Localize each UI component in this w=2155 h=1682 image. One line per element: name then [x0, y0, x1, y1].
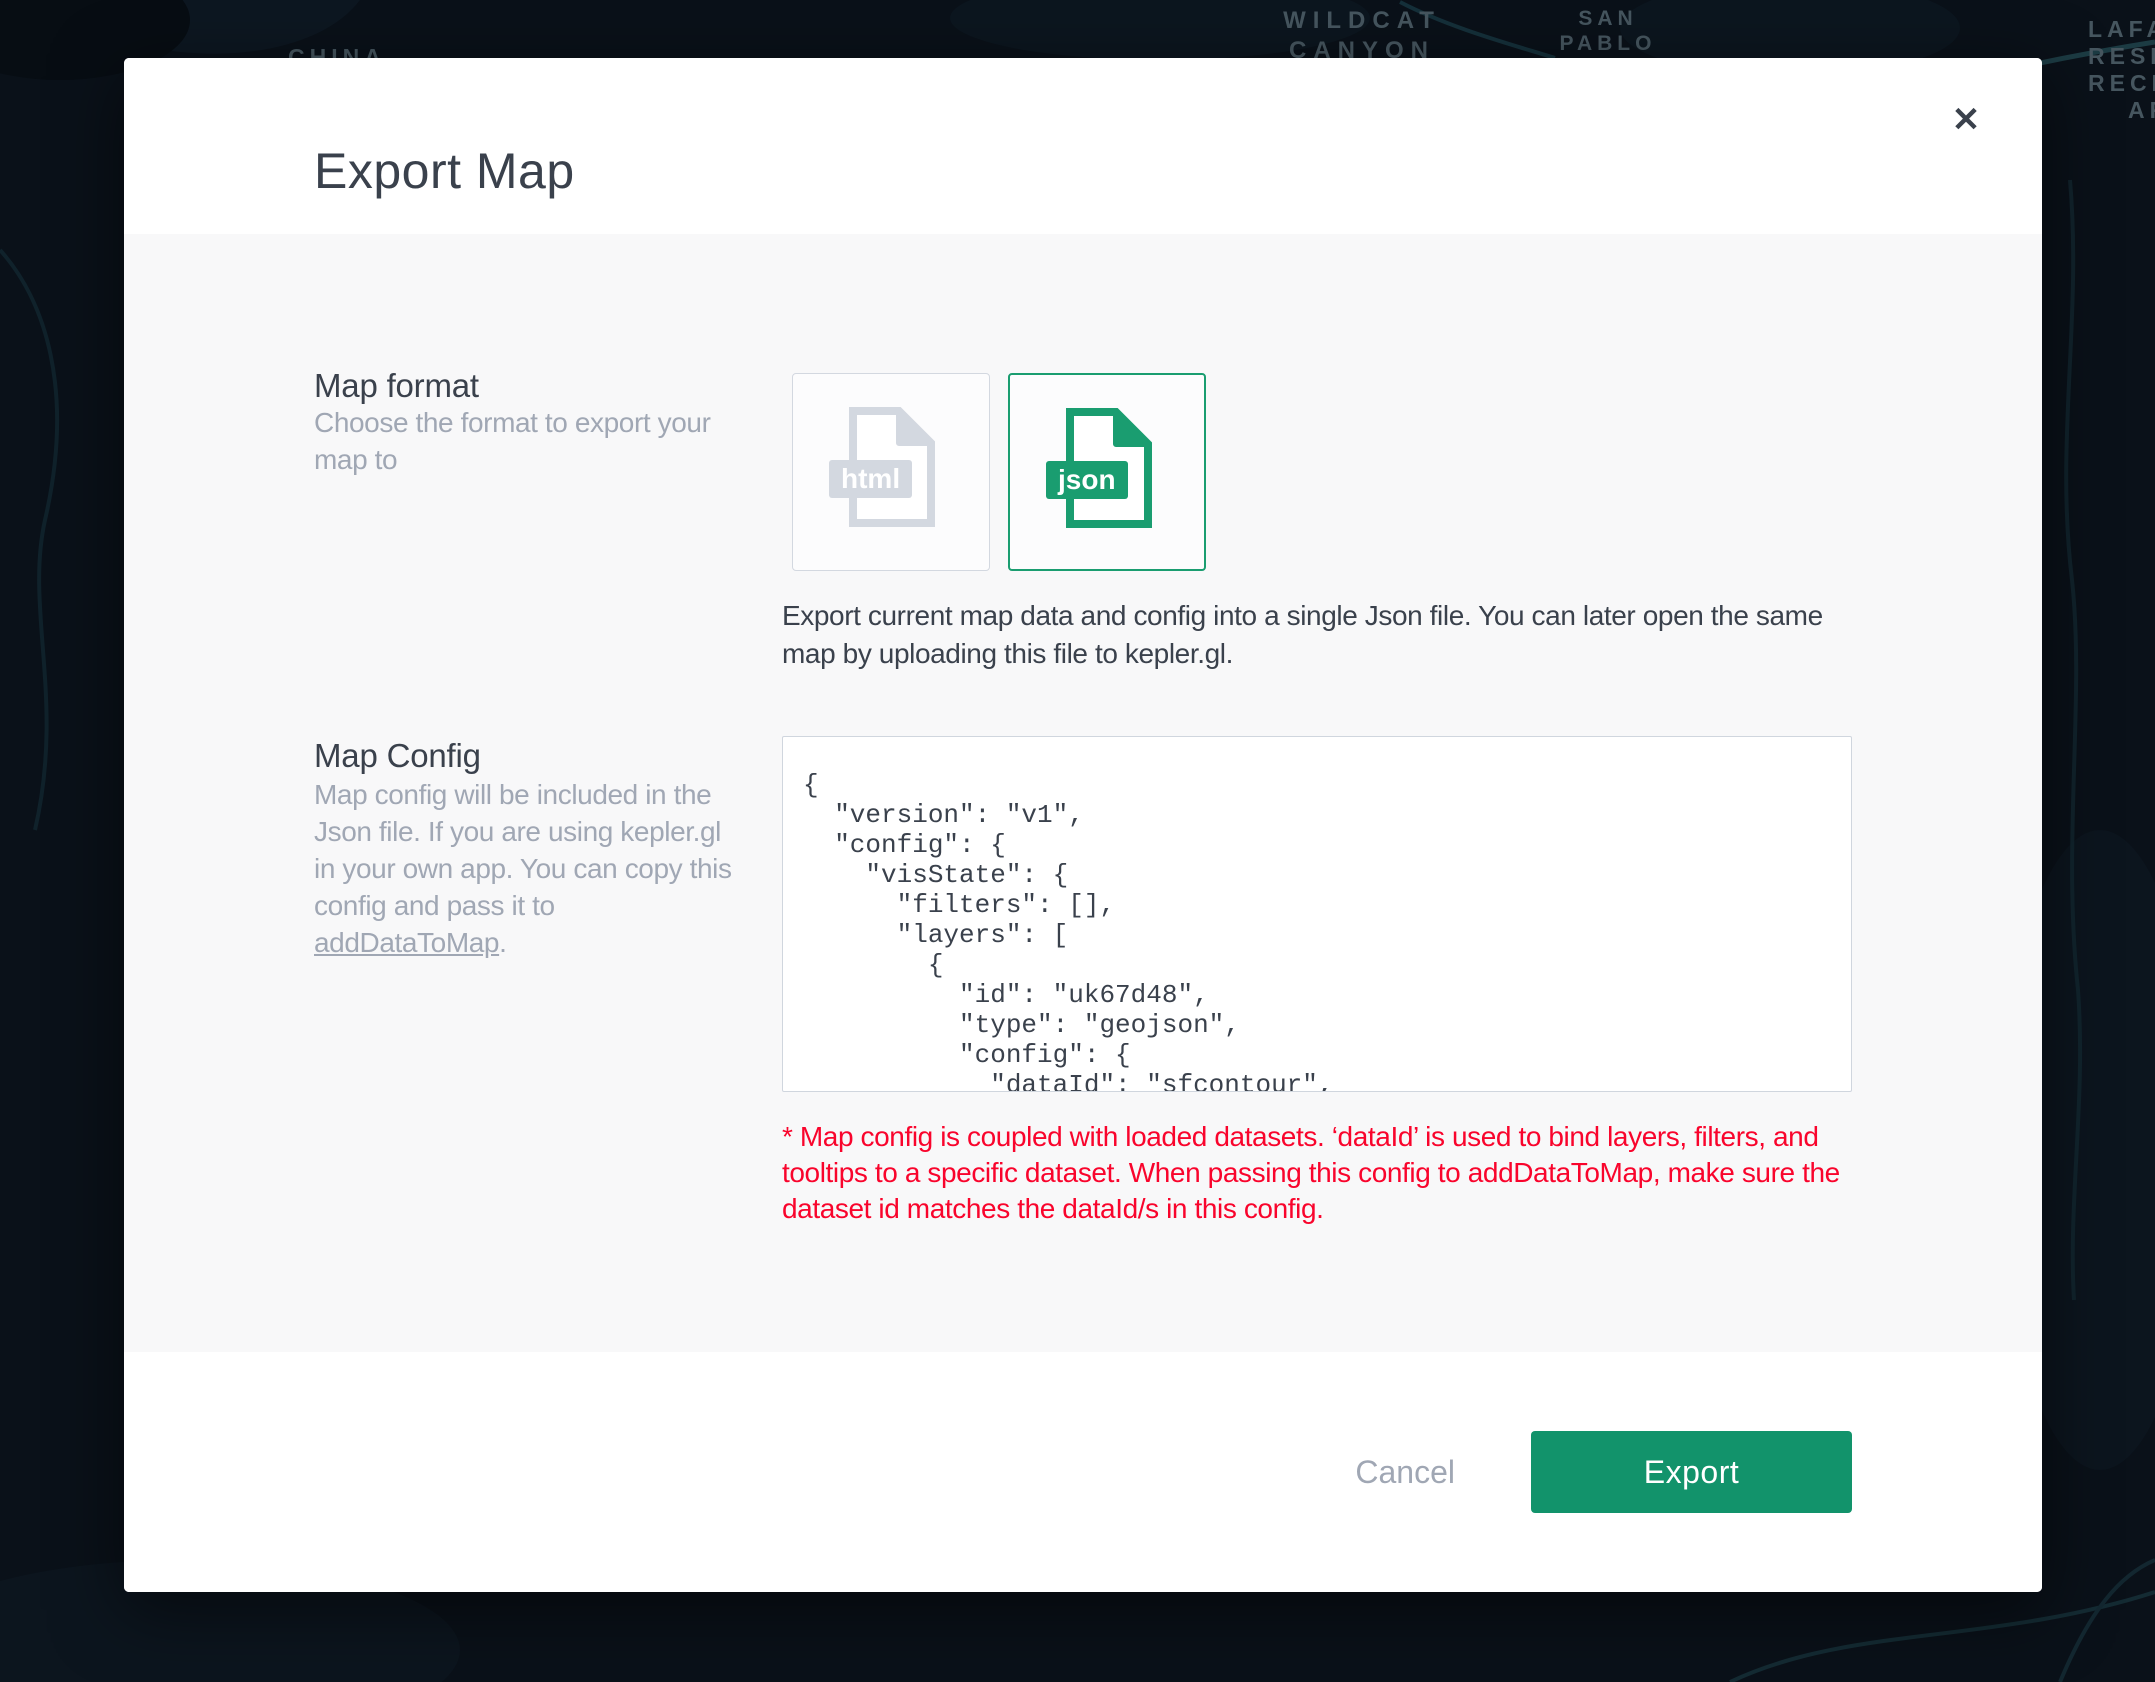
code-line: "type": "geojson", — [803, 1010, 1831, 1040]
map-config-title: Map Config — [314, 737, 481, 775]
map-label-wildcat-canyon: WILDCAT CANYON — [1272, 6, 1452, 66]
format-option-html[interactable]: html — [792, 373, 990, 571]
map-label-line: WILDCAT — [1272, 6, 1452, 36]
code-line: "id": "uk67d48", — [803, 980, 1831, 1010]
map-config-description: Map config will be included in the Json … — [314, 776, 749, 961]
code-line: "filters": [], — [803, 890, 1831, 920]
map-format-description: Choose the format to export your map to — [314, 404, 744, 478]
format-badge-html: html — [829, 460, 912, 498]
format-option-json[interactable]: json — [1008, 373, 1206, 571]
code-line: "config": { — [803, 1040, 1831, 1070]
map-config-code[interactable]: { "version": "v1", "config": { "visState… — [782, 736, 1852, 1092]
road-line — [0, 250, 57, 830]
config-warning-note: * Map config is coupled with loaded data… — [782, 1119, 1867, 1227]
modal-footer: Cancel Export — [124, 1352, 2042, 1592]
code-line: "layers": [ — [803, 920, 1831, 950]
road-line — [1730, 1592, 2155, 1682]
code-line: "dataId": "sfcontour", — [803, 1070, 1831, 1092]
code-line: "visState": { — [803, 860, 1831, 890]
map-label-line: SAN PABLO — [1528, 6, 1688, 56]
map-label-line: AR — [2128, 97, 2155, 124]
code-line: "config": { — [803, 830, 1831, 860]
map-label-line: RECRE — [2088, 70, 2155, 97]
map-label-line: LAFAY — [2088, 16, 2155, 43]
export-map-modal: Export Map ✕ Map format Choose the forma… — [124, 58, 2042, 1592]
code-line: { — [803, 770, 1831, 800]
add-data-to-map-link[interactable]: addDataToMap — [314, 927, 499, 958]
format-badge-json: json — [1046, 461, 1128, 499]
map-config-description-suffix: . — [499, 927, 506, 958]
close-button[interactable]: ✕ — [1934, 88, 1998, 152]
export-button[interactable]: Export — [1531, 1431, 1852, 1513]
modal-body: Map format Choose the format to export y… — [124, 234, 2042, 1352]
map-label-lafayette-reservoir: LAFAY RESER RECRE AR — [2088, 16, 2155, 124]
close-icon: ✕ — [1952, 101, 1981, 139]
map-config-description-text: Map config will be included in the Json … — [314, 779, 732, 921]
modal-header: Export Map ✕ — [124, 58, 2042, 234]
code-line: { — [803, 950, 1831, 980]
road-line — [2060, 1560, 2155, 1682]
kepler-gl-app: CHINA WILDCAT CANYON SAN PABLO RESERVOIR… — [0, 0, 2155, 1682]
format-options: html json — [792, 373, 1206, 571]
modal-title: Export Map — [314, 142, 575, 200]
format-selected-description: Export current map data and config into … — [782, 597, 1862, 673]
cancel-button[interactable]: Cancel — [1343, 1454, 1467, 1491]
code-line: "version": "v1", — [803, 800, 1831, 830]
map-format-title: Map format — [314, 367, 479, 405]
map-label-line: RESER — [2088, 43, 2155, 70]
